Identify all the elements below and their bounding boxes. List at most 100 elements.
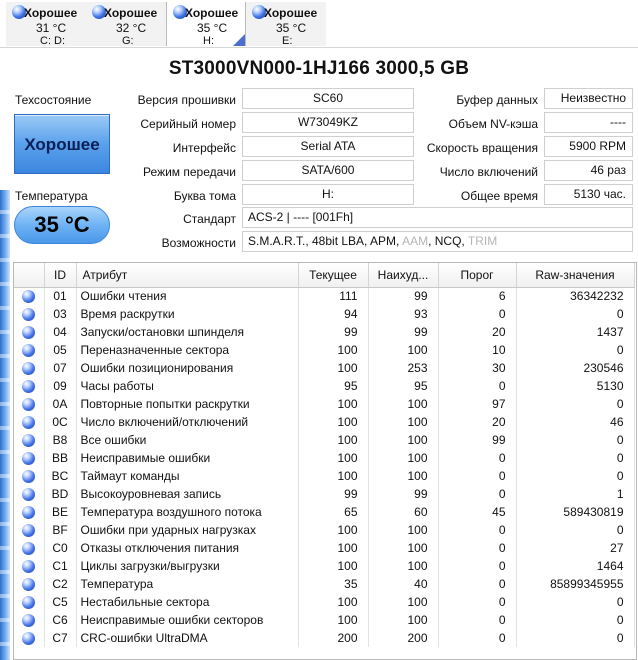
attr-current: 99	[298, 485, 369, 503]
smart-row[interactable]: BE Температура воздушного потока 65 60 45 589…	[14, 503, 635, 521]
side-decoration	[0, 190, 10, 660]
drive-temp: 32 °C	[116, 21, 147, 35]
temperature-label: Температура	[15, 189, 88, 203]
attr-raw: 1	[516, 485, 635, 503]
drive-letters: G:	[122, 35, 134, 47]
attr-name: Все ошибки	[76, 431, 299, 449]
smart-row[interactable]: C6 Неисправимые ошибки секторов 100 100 0 0	[14, 611, 635, 629]
attr-threshold: 0	[438, 539, 517, 557]
drive-tab-4[interactable]: Хорошее 35 °C E:	[246, 2, 326, 47]
drive-tab-1[interactable]: Хорошее 31 °C C: D:	[6, 2, 86, 47]
attr-raw: 1464	[516, 557, 635, 575]
smart-row[interactable]: C5 Нестабильные сектора 100 100 0 0	[14, 593, 635, 611]
attr-current: 94	[298, 305, 369, 323]
features-active: S.M.A.R.T., 48bit LBA, APM,	[248, 234, 403, 248]
attr-name: Переназначенные сектора	[76, 341, 299, 359]
smart-row[interactable]: C2 Температура 35 40 0 85899345955	[14, 575, 635, 593]
attr-id: 03	[44, 305, 77, 323]
status-cell	[14, 413, 45, 431]
status-cell	[14, 485, 45, 503]
drive-tab-2[interactable]: Хорошее 32 °C G:	[86, 2, 166, 47]
attr-raw: 0	[516, 611, 635, 629]
interface-label: Интерфейс	[172, 141, 236, 155]
smart-row[interactable]: BF Ошибки при ударных нагрузках 100 100 0 0	[14, 521, 635, 539]
attr-current: 100	[298, 431, 369, 449]
attr-raw: 0	[516, 395, 635, 413]
drive-model-title: ST3000VN000-1HJ166 3000,5 GB	[168, 58, 470, 79]
col-header-id[interactable]: ID	[44, 263, 77, 288]
smart-row[interactable]: BD Высокоуровневая запись 99 99 0 1	[14, 485, 635, 503]
attr-threshold: 0	[438, 629, 517, 647]
attr-threshold: 0	[438, 593, 517, 611]
attr-current: 100	[298, 341, 369, 359]
smart-row[interactable]: 01 Ошибки чтения 111 99 6 36342232	[14, 287, 635, 305]
smart-row[interactable]: 03 Время раскрутки 94 93 0 0	[14, 305, 635, 323]
attr-worst: 100	[368, 431, 439, 449]
smart-row[interactable]: C1 Циклы загрузки/выгрузки 100 100 0 1464	[14, 557, 635, 575]
smart-row[interactable]: 0C Число включений/отключений 100 100 20 46	[14, 413, 635, 431]
drive-tabbar: Хорошее 31 °C C: D: Хорошее 32 °C G: Хор…	[0, 0, 638, 48]
crystaldiskinfo-window: Хорошее 31 °C C: D: Хорошее 32 °C G: Хор…	[0, 0, 638, 660]
col-header-worst[interactable]: Наихуд...	[368, 263, 439, 288]
status-cell	[14, 611, 45, 629]
attr-raw: 27	[516, 539, 635, 557]
attr-id: C2	[44, 575, 77, 593]
attr-id: BF	[44, 521, 77, 539]
attr-threshold: 0	[438, 377, 517, 395]
status-cell	[14, 395, 45, 413]
attr-current: 95	[298, 377, 369, 395]
col-header-threshold[interactable]: Порог	[438, 263, 517, 288]
smart-row[interactable]: 05 Переназначенные сектора 100 100 10 0	[14, 341, 635, 359]
attr-threshold: 0	[438, 305, 517, 323]
status-ball-icon	[22, 416, 36, 430]
smart-row[interactable]: BC Таймаут команды 100 100 0 0	[14, 467, 635, 485]
nv-cache-label: Объем NV-кэша	[448, 117, 538, 131]
smart-row[interactable]: 07 Ошибки позиционирования 100 253 30 230546	[14, 359, 635, 377]
smart-row[interactable]: 04 Запуски/остановки шпинделя 99 99 20 1437	[14, 323, 635, 341]
col-header-status[interactable]	[14, 263, 45, 288]
attr-raw: 0	[516, 341, 635, 359]
attr-current: 200	[298, 629, 369, 647]
col-header-current[interactable]: Текущее	[298, 263, 369, 288]
attr-current: 100	[298, 539, 369, 557]
status-ball-icon	[22, 542, 36, 556]
feature-trim: TRIM	[467, 234, 498, 248]
drive-tab-3[interactable]: Хорошее 35 °C H:	[166, 2, 246, 47]
col-header-attribute[interactable]: Атрибут	[76, 263, 299, 288]
temperature-button[interactable]: 35 °C	[14, 206, 110, 244]
smart-row[interactable]: B8 Все ошибки 100 100 99 0	[14, 431, 635, 449]
firmware-value: SC60	[242, 88, 414, 109]
attr-id: C1	[44, 557, 77, 575]
attr-name: Температура	[76, 575, 299, 593]
attr-worst: 100	[368, 611, 439, 629]
status-ball-icon	[22, 560, 36, 574]
attr-threshold: 0	[438, 449, 517, 467]
attr-id: BB	[44, 449, 77, 467]
status-cell	[14, 557, 45, 575]
attr-id: BE	[44, 503, 77, 521]
attr-threshold: 10	[438, 341, 517, 359]
attr-threshold: 0	[438, 611, 517, 629]
smart-row[interactable]: 0A Повторные попытки раскрутки 100 100 97 0	[14, 395, 635, 413]
drive-status: Хорошее	[185, 6, 239, 20]
attr-worst: 100	[368, 557, 439, 575]
transfer-mode-value: SATA/600	[242, 160, 414, 181]
attr-threshold: 30	[438, 359, 517, 377]
attr-current: 100	[298, 467, 369, 485]
smart-row[interactable]: C0 Отказы отключения питания 100 100 0 27	[14, 539, 635, 557]
attr-raw: 0	[516, 305, 635, 323]
col-header-raw[interactable]: Raw-значения	[516, 263, 635, 288]
attr-worst: 100	[368, 467, 439, 485]
health-status-button[interactable]: Хорошее	[14, 114, 110, 174]
status-ball-icon	[22, 326, 36, 340]
status-cell	[14, 359, 45, 377]
smart-row[interactable]: 09 Часы работы 95 95 0 5130	[14, 377, 635, 395]
smart-row[interactable]: BB Неисправимые ошибки 100 100 0 0	[14, 449, 635, 467]
attr-name: Число включений/отключений	[76, 413, 299, 431]
attr-id: 0A	[44, 395, 77, 413]
attr-id: C0	[44, 539, 77, 557]
smart-table[interactable]: ID Атрибут Текущее Наихуд... Порог Raw-з…	[13, 262, 637, 660]
attr-worst: 100	[368, 395, 439, 413]
drive-letters: E:	[282, 35, 293, 47]
smart-row[interactable]: C7 CRC-ошибки UltraDMA 200 200 0 0	[14, 629, 635, 647]
